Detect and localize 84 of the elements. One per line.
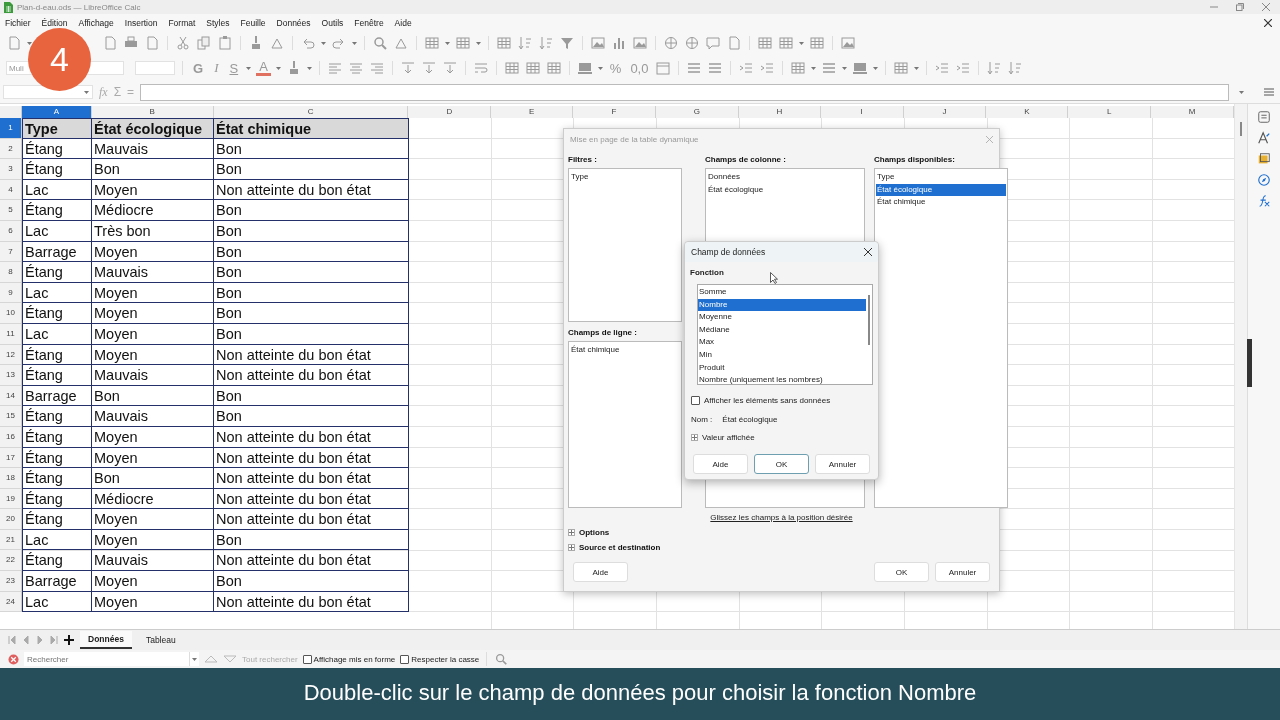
table-cell: Moyen bbox=[92, 282, 214, 304]
table-cell: Étang bbox=[22, 426, 92, 448]
table-cell: Médiocre bbox=[92, 488, 214, 510]
table-cell: Étang bbox=[22, 550, 92, 572]
table-cell: Bon bbox=[214, 200, 409, 221]
field-label: Champs disponibles: bbox=[874, 154, 956, 166]
table-cell: Non atteinte du bon état bbox=[214, 447, 409, 469]
table-cell: Non atteinte du bon état bbox=[214, 591, 409, 613]
dialog-title: Champ de données bbox=[691, 247, 766, 257]
table-cell: Moyen bbox=[92, 344, 214, 366]
table-cell: Bon bbox=[214, 406, 409, 427]
font-name: Muli bbox=[9, 63, 24, 73]
table-cell: Bon bbox=[214, 385, 409, 407]
table-cell: Non atteinte du bon état bbox=[214, 509, 409, 530]
table-cell: Moyen bbox=[92, 303, 214, 324]
table-cell: Médiocre bbox=[92, 200, 214, 221]
table-cell: Moyen bbox=[92, 447, 214, 469]
table-cell: Non atteinte du bon état bbox=[214, 426, 409, 448]
dialog-title: Mise en page de la table dynamique bbox=[570, 134, 699, 144]
table-cell: Mauvais bbox=[92, 262, 214, 283]
table-cell: Moyen bbox=[92, 179, 214, 201]
table-cell: Étang bbox=[22, 488, 92, 510]
table-cell: Lac bbox=[22, 179, 92, 201]
table-cell: Moyen bbox=[92, 426, 214, 448]
table-cell: Bon bbox=[92, 385, 214, 407]
table-cell: Étang bbox=[22, 509, 92, 530]
table-cell: Mauvais bbox=[92, 365, 214, 386]
table-cell: Barrage bbox=[22, 241, 92, 263]
table-cell: Étang bbox=[22, 200, 92, 221]
table-cell: Bon bbox=[214, 138, 409, 160]
column-title: État écologique bbox=[92, 118, 214, 139]
field-label: Champs de ligne : bbox=[568, 327, 638, 339]
table-cell: Étang bbox=[22, 159, 92, 180]
window-title: Plan-d-eau.ods — LibreOffice Calc bbox=[17, 2, 142, 12]
table-cell: Moyen bbox=[92, 241, 214, 263]
table-cell: Étang bbox=[22, 303, 92, 324]
table-cell: Non atteinte du bon état bbox=[214, 179, 409, 201]
table-cell: Moyen bbox=[92, 509, 214, 530]
table-cell: Barrage bbox=[22, 385, 92, 407]
table-cell: Bon bbox=[214, 323, 409, 345]
field-label: Nom : bbox=[691, 414, 713, 424]
table-cell: Non atteinte du bon état bbox=[214, 365, 409, 386]
table-cell: Bon bbox=[214, 241, 409, 263]
table-cell: Bon bbox=[214, 571, 409, 592]
table-cell: Étang bbox=[22, 447, 92, 469]
table-cell: Lac bbox=[22, 282, 92, 304]
table-cell: Étang bbox=[22, 262, 92, 283]
table-cell: Mauvais bbox=[92, 406, 214, 427]
column-title: État chimique bbox=[214, 118, 409, 139]
table-cell: Étang bbox=[22, 138, 92, 160]
table-cell: Mauvais bbox=[92, 550, 214, 572]
table-cell: Bon bbox=[214, 262, 409, 283]
table-cell: Bon bbox=[92, 159, 214, 180]
table-cell: Lac bbox=[22, 529, 92, 551]
table-cell: Moyen bbox=[92, 591, 214, 613]
caption-text: Double-clic sur le champ de données pour choisir la fonction Nombre bbox=[0, 668, 1280, 720]
table-cell: Non atteinte du bon état bbox=[214, 550, 409, 572]
table-cell: Lac bbox=[22, 591, 92, 613]
table-cell: Bon bbox=[214, 159, 409, 180]
section-label: Fonction bbox=[690, 268, 724, 277]
table-cell: Étang bbox=[22, 406, 92, 427]
table-cell: Étang bbox=[22, 365, 92, 386]
table-cell: Bon bbox=[214, 220, 409, 242]
column-title: Type bbox=[22, 118, 92, 139]
table-cell: Étang bbox=[22, 344, 92, 366]
field-label: Filtres : bbox=[568, 154, 598, 166]
table-cell: Mauvais bbox=[92, 138, 214, 160]
table-cell: Bon bbox=[214, 529, 409, 551]
table-cell: Bon bbox=[92, 468, 214, 489]
table-cell: Lac bbox=[22, 220, 92, 242]
table-cell: Non atteinte du bon état bbox=[214, 488, 409, 510]
table-cell: Non atteinte du bon état bbox=[214, 468, 409, 489]
table-cell: Bon bbox=[214, 282, 409, 304]
table-cell: Lac bbox=[22, 323, 92, 345]
table-cell: Étang bbox=[22, 468, 92, 489]
table-cell: Non atteinte du bon état bbox=[214, 344, 409, 366]
table-cell: Barrage bbox=[22, 571, 92, 592]
table-cell: Très bon bbox=[92, 220, 214, 242]
table-cell: Moyen bbox=[92, 529, 214, 551]
table-cell: Moyen bbox=[92, 323, 214, 345]
table-cell: Bon bbox=[214, 303, 409, 324]
field-label: Champs de colonne : bbox=[705, 154, 787, 166]
field-value: État écologique bbox=[722, 414, 778, 424]
table-cell: Moyen bbox=[92, 571, 214, 592]
